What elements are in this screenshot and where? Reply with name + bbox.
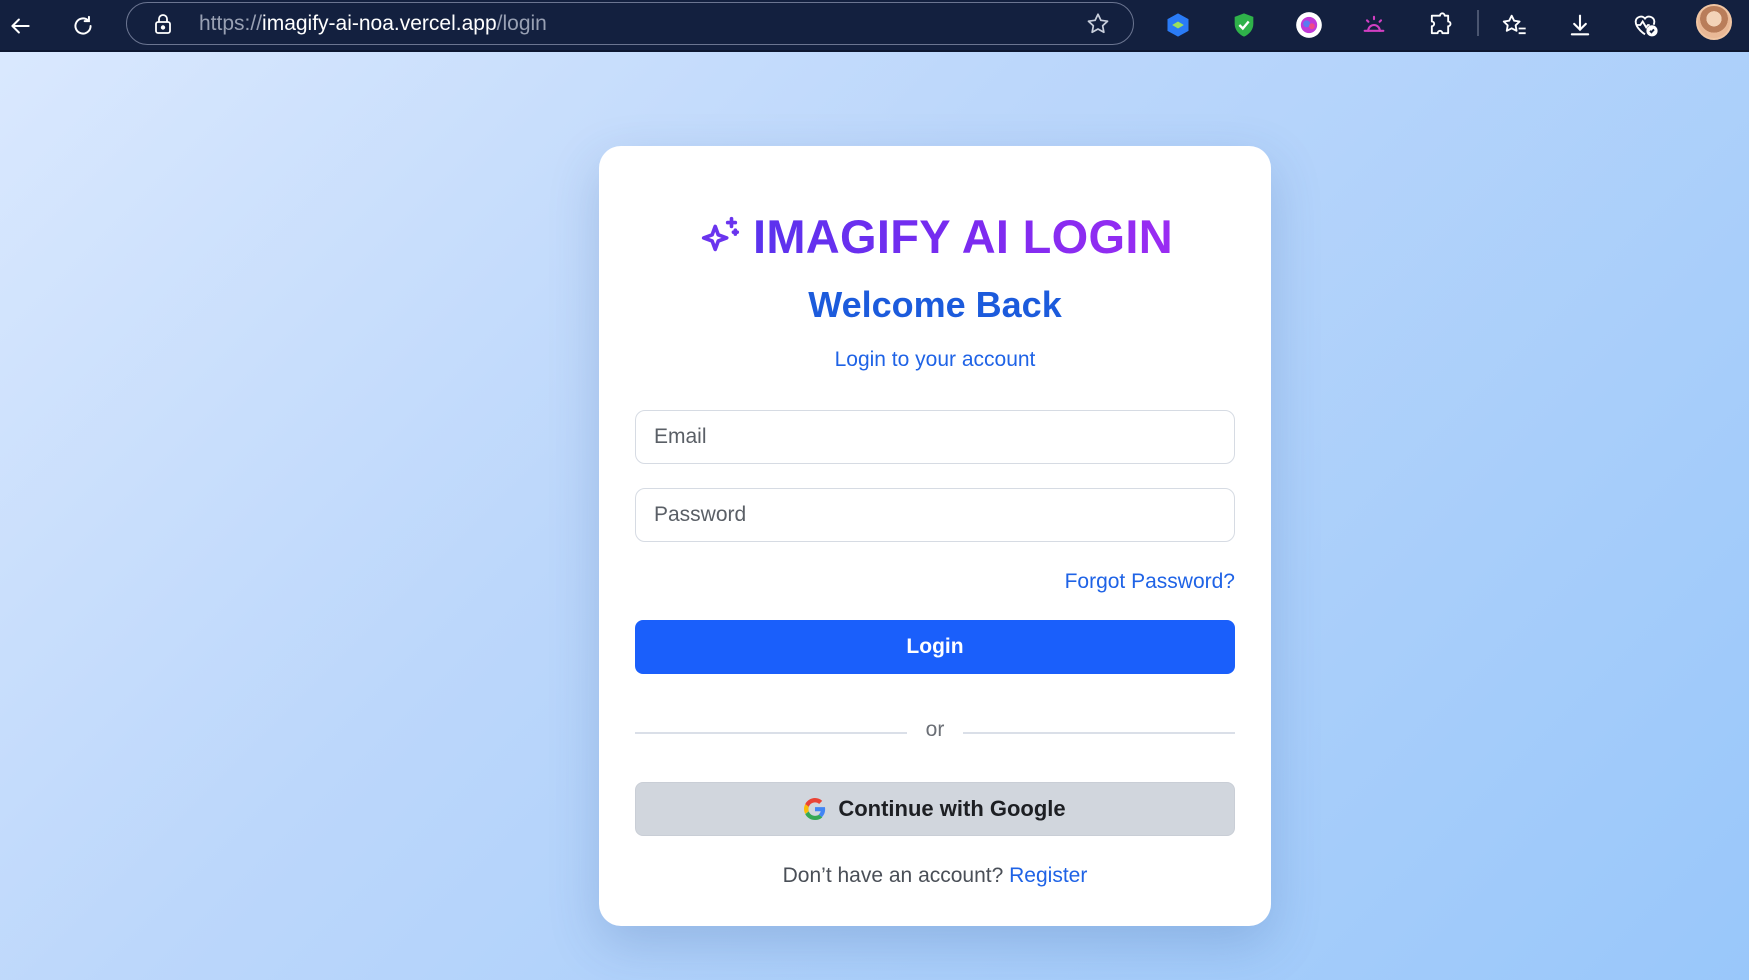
google-button-label: Continue with Google (838, 796, 1066, 821)
register-row: Don’t have an account? Register (599, 864, 1271, 888)
email-field[interactable] (635, 410, 1235, 464)
url-text: https://imagify-ai-noa.vercel.app/login (199, 12, 547, 35)
login-button[interactable]: Login (635, 620, 1235, 674)
divider-line-right (963, 732, 1235, 734)
brand-title: IMAGIFY AI LOGIN (753, 209, 1173, 263)
page-subtitle: Login to your account (834, 348, 1036, 371)
page-title: Welcome Back (808, 284, 1062, 325)
extension-cloud-icon[interactable] (1355, 6, 1393, 44)
lock-icon[interactable] (151, 12, 175, 36)
divider-text: or (925, 718, 945, 741)
google-signin-button[interactable]: Continue with Google (635, 782, 1235, 836)
extension-brain-icon[interactable] (1290, 6, 1328, 44)
forgot-password-link[interactable]: Forgot Password? (1065, 570, 1235, 594)
profile-avatar[interactable] (1696, 4, 1732, 40)
or-divider: or (635, 718, 1235, 748)
reload-icon[interactable] (63, 6, 103, 46)
downloads-icon[interactable] (1561, 6, 1599, 44)
back-icon[interactable] (0, 6, 40, 46)
toolbar-separator (1477, 10, 1479, 36)
register-link[interactable]: Register (1009, 864, 1087, 887)
favorites-icon[interactable] (1495, 6, 1533, 44)
brand-header: IMAGIFY AI LOGIN (599, 206, 1271, 266)
password-field[interactable] (635, 488, 1235, 542)
browser-health-icon[interactable] (1626, 6, 1664, 44)
extension-blue-icon[interactable] (1159, 6, 1197, 44)
bookmark-star-icon[interactable] (1085, 11, 1111, 37)
login-card: IMAGIFY AI LOGIN Welcome Back Login to y… (599, 146, 1271, 926)
sparkles-icon (701, 216, 740, 252)
extension-shield-icon[interactable] (1225, 6, 1263, 44)
register-prompt: Don’t have an account? (782, 864, 1004, 887)
browser-toolbar: https://imagify-ai-noa.vercel.app/login (0, 0, 1749, 52)
google-icon (804, 798, 826, 820)
address-bar[interactable]: https://imagify-ai-noa.vercel.app/login (126, 2, 1134, 45)
extensions-puzzle-icon[interactable] (1421, 6, 1459, 44)
